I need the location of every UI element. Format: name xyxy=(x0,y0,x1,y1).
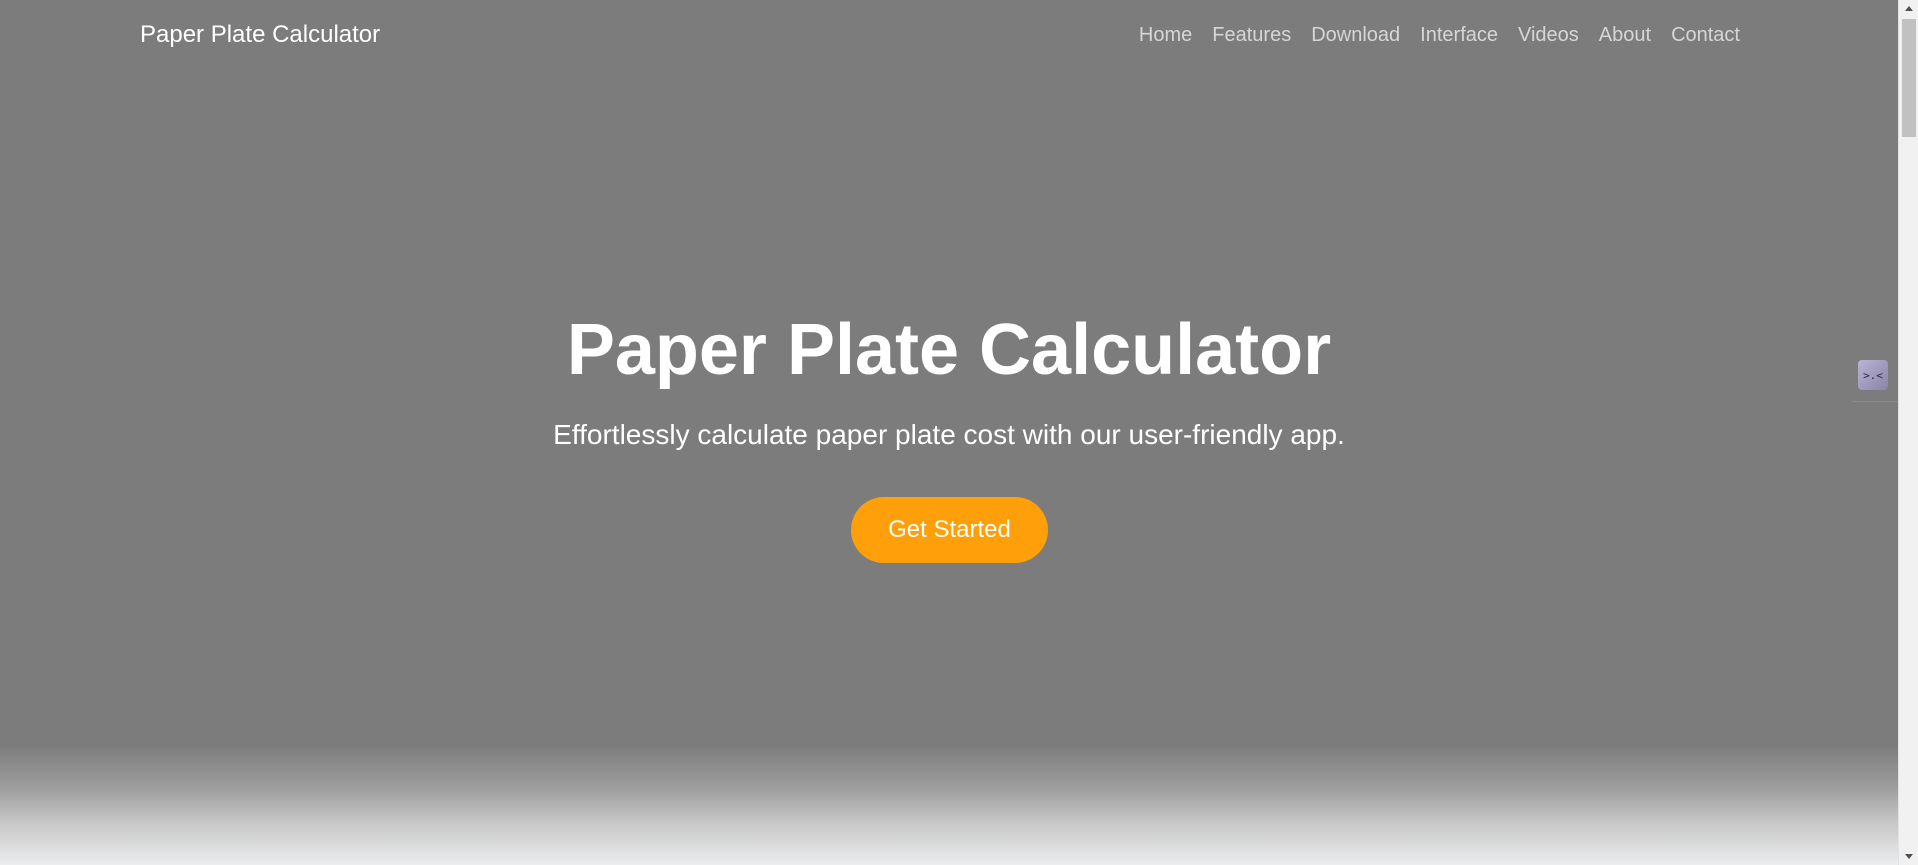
landing-page: Paper Plate Calculator Home Features Dow… xyxy=(0,0,1898,865)
hero-section: Paper Plate Calculator Effortlessly calc… xyxy=(0,0,1898,865)
browser-viewport: Paper Plate Calculator Home Features Dow… xyxy=(0,0,1918,865)
hero-title: Paper Plate Calculator xyxy=(566,310,1332,390)
get-started-button[interactable]: Get Started xyxy=(851,497,1048,563)
scroll-down-arrow-icon[interactable] xyxy=(1899,848,1918,865)
hero-subtitle: Effortlessly calculate paper plate cost … xyxy=(553,419,1345,450)
face-widget-icon[interactable]: >.< xyxy=(1858,360,1888,390)
vertical-scrollbar[interactable] xyxy=(1898,0,1918,865)
side-widget-divider xyxy=(1852,401,1898,402)
scrollbar-thumb[interactable] xyxy=(1902,19,1916,137)
scroll-up-arrow-icon[interactable] xyxy=(1899,0,1918,17)
